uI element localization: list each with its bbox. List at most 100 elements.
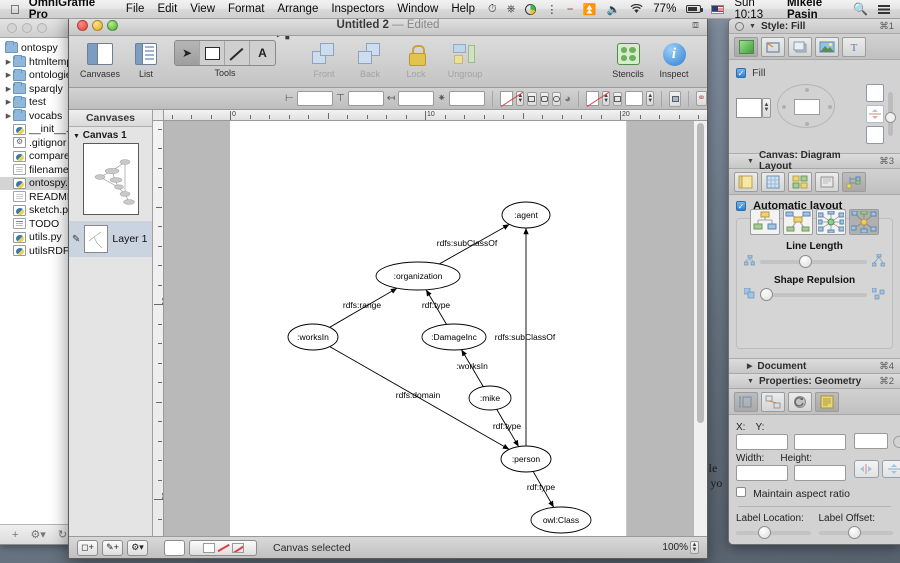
x-field[interactable]: [736, 434, 788, 450]
vertical-ruler[interactable]: 10 20: [153, 121, 164, 558]
shadow-emboss-button[interactable]: [866, 105, 884, 123]
selection-arrow-icon[interactable]: ➤: [175, 41, 200, 65]
menu-item-help[interactable]: Help: [451, 3, 475, 15]
menu-app-name[interactable]: OmniGraffle Pro: [29, 0, 113, 21]
diagram-graph[interactable]: rdfs:subClassOf rdfs:range rdf:type rdfs:su…: [164, 121, 707, 559]
scrollbar-thumb[interactable]: [697, 123, 704, 423]
disclosure-triangle-icon[interactable]: ▶: [4, 58, 13, 66]
maintain-aspect-checkbox[interactable]: [736, 487, 746, 497]
disclosure-triangle-icon[interactable]: ▶: [4, 98, 13, 106]
fill-checkbox[interactable]: ✓: [736, 68, 746, 78]
canvas-vertical-scrollbar[interactable]: [693, 121, 707, 558]
canvas-scroll-area[interactable]: rdfs:subClassOf rdfs:range rdf:type rdfs:su…: [164, 121, 707, 559]
search-icon[interactable]: 🔍: [853, 2, 868, 16]
graph-node[interactable]: :worksIn: [287, 323, 339, 351]
ungroup-toolbar-button[interactable]: Ungroup: [441, 40, 489, 79]
new-layer-button[interactable]: ◻+: [77, 539, 98, 556]
time-machine-icon[interactable]: ⏱: [488, 3, 497, 16]
connections-tab-icon[interactable]: [761, 391, 785, 412]
apple-logo-icon[interactable]: : [10, 3, 20, 16]
screen-sharing-icon[interactable]: ⋮: [546, 3, 557, 16]
chevron-down-icon[interactable]: ▼: [73, 133, 80, 140]
dropbox-icon[interactable]: ⎈: [507, 3, 516, 16]
chevron-down-icon[interactable]: ▼: [749, 23, 756, 30]
ruler-corner[interactable]: [153, 110, 164, 121]
menu-user-name[interactable]: Mikele Pasin: [787, 0, 843, 21]
widget-icon[interactable]: ⎯: [567, 3, 573, 16]
actions-tab-icon[interactable]: [788, 391, 812, 412]
inspector-panel[interactable]: ▼ Style: Fill ⌘1 T ✓ Fill ▲ ▼ ▼ Canvas: …: [728, 18, 900, 545]
line-style-swatch[interactable]: [585, 91, 600, 106]
hierarchical-layout-button[interactable]: [750, 209, 780, 235]
flip-vertical-button[interactable]: [881, 460, 900, 478]
canvas-diagram-layout-tab-icon[interactable]: [842, 171, 866, 192]
radial-layout-button[interactable]: [816, 209, 846, 235]
fill-color-well[interactable]: [736, 98, 762, 118]
window-minimize-button[interactable]: [92, 19, 103, 31]
horizontal-ruler[interactable]: 0 10 20: [153, 110, 707, 121]
pencil-icon[interactable]: ✎: [72, 234, 80, 245]
style-preview-swatch[interactable]: [189, 539, 257, 556]
notes-tab-icon[interactable]: [815, 391, 839, 412]
rotation-field[interactable]: [854, 433, 888, 449]
omnigraffle-window[interactable]: Untitled 2 — Edited ⧈ Canvases List ➤ A …: [68, 14, 708, 559]
disclosure-triangle-icon[interactable]: ▶: [4, 85, 13, 93]
window-zoom-button[interactable]: [107, 19, 118, 31]
bluetooth-icon[interactable]: ⏫: [583, 3, 597, 16]
graph-node[interactable]: :agent: [501, 201, 551, 229]
force-directed-layout-button[interactable]: [849, 209, 879, 235]
shadow-circle-icon[interactable]: ◕: [564, 93, 571, 105]
disclosure-triangle-icon[interactable]: ▶: [4, 112, 13, 120]
canvas-layers-tab-icon[interactable]: [788, 171, 812, 192]
x-position-field[interactable]: [296, 91, 333, 106]
us-flag-icon[interactable]: [711, 4, 725, 14]
shape-icon[interactable]: [200, 41, 225, 65]
front-toolbar-button[interactable]: Front: [303, 40, 345, 79]
fill-color-stepper[interactable]: ▲ ▼: [762, 98, 771, 118]
canvas-print-tab-icon[interactable]: [815, 171, 839, 192]
canvases-toolbar-button[interactable]: Canvases: [79, 40, 121, 79]
text-icon[interactable]: A: [250, 41, 275, 65]
menu-item-edit[interactable]: Edit: [157, 3, 177, 15]
style-fill-header[interactable]: ▼ Style: Fill ⌘1: [729, 19, 900, 34]
corner-rounded-icon[interactable]: [539, 91, 549, 106]
layer-row[interactable]: ✎ Layer 1: [69, 221, 152, 257]
lock-toolbar-button[interactable]: Lock: [395, 40, 437, 79]
chevron-right-icon[interactable]: ▶: [747, 362, 752, 370]
stroke-tab-icon[interactable]: [761, 36, 785, 57]
shadow-blur-slider[interactable]: [885, 92, 896, 136]
window-close-button[interactable]: [77, 19, 88, 31]
y-position-field[interactable]: [347, 91, 384, 106]
menu-item-inspectors[interactable]: Inspectors: [331, 3, 384, 15]
graph-node[interactable]: :organization: [375, 261, 461, 291]
menu-item-arrange[interactable]: Arrange: [277, 3, 318, 15]
menu-item-format[interactable]: Format: [228, 3, 264, 15]
canvas-thumbnail[interactable]: [82, 143, 139, 215]
label-location-slider[interactable]: [736, 526, 811, 539]
refresh-icon[interactable]: ↻: [58, 528, 67, 541]
corner-square-icon[interactable]: [527, 91, 537, 106]
shadow-position-pad[interactable]: [777, 84, 835, 128]
battery-icon[interactable]: [686, 5, 704, 13]
chevron-down-icon[interactable]: ▼: [747, 378, 754, 385]
new-shared-layer-button[interactable]: ✎+: [102, 539, 123, 556]
menu-item-window[interactable]: Window: [397, 3, 438, 15]
menu-clock[interactable]: Sun 10:13: [734, 0, 777, 21]
width-field[interactable]: [736, 465, 788, 481]
document-header[interactable]: ▶ Document ⌘4: [729, 359, 900, 374]
tree-layout-button[interactable]: [783, 209, 813, 235]
magnets-icon[interactable]: ⚭: [695, 91, 707, 106]
group-icon[interactable]: [668, 90, 682, 107]
graph-node[interactable]: :DamageInc: [421, 323, 487, 351]
battery-percent[interactable]: 77%: [653, 3, 676, 15]
corner-full-icon[interactable]: [551, 91, 562, 106]
label-offset-slider[interactable]: [818, 526, 893, 539]
graph-node[interactable]: :mike: [468, 385, 512, 411]
volume-icon[interactable]: 🔈: [607, 3, 621, 16]
zoom-stepper[interactable]: ▲ ▼: [690, 541, 699, 554]
action-gear-icon[interactable]: ⚙▾: [30, 528, 45, 541]
y-field[interactable]: [794, 434, 846, 450]
canvas-size-tab-icon[interactable]: [734, 171, 758, 192]
finder-close-button[interactable]: [7, 23, 17, 33]
maintain-aspect-row[interactable]: Maintain aspect ratio: [736, 487, 893, 500]
